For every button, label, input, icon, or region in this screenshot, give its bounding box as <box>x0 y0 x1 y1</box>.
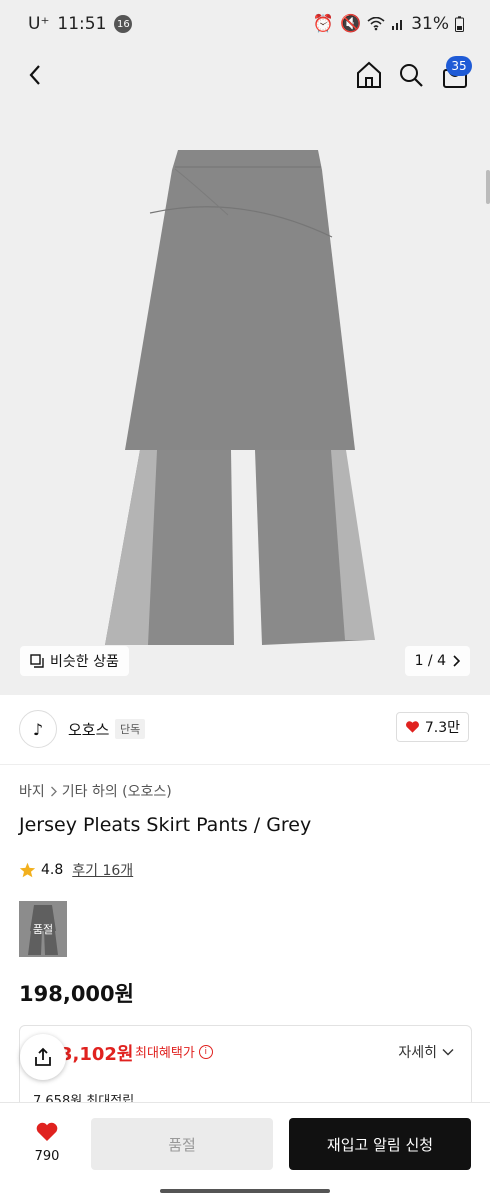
alarm-icon: ⏰ <box>312 14 335 34</box>
soldout-button[interactable]: 품절 <box>91 1118 273 1170</box>
product-gallery[interactable]: 35 비슷한 상품 1 / 4 <box>0 50 490 695</box>
similar-products-button[interactable]: 비슷한 상품 <box>20 646 129 676</box>
exclusive-tag: 단독 <box>115 719 146 739</box>
benefit-price: 3,102원 <box>60 1044 134 1065</box>
share-button[interactable] <box>20 1034 66 1080</box>
wishlist-button[interactable]: 790 <box>27 1121 67 1164</box>
benefit-label: 최대혜택가 <box>135 1046 195 1061</box>
clock: 11:51 <box>57 14 107 34</box>
brand-like-button[interactable]: 7.3만 <box>395 712 469 742</box>
similar-products-label: 비슷한 상품 <box>50 654 119 670</box>
chevron-down-icon <box>442 1049 454 1056</box>
wifi-icon <box>367 17 385 31</box>
info-icon[interactable]: i <box>198 1044 213 1059</box>
star-icon <box>19 862 36 878</box>
carrier-label: U⁺ <box>28 14 50 34</box>
breadcrumb-item[interactable]: 바지 <box>19 781 45 801</box>
benefit-detail-button[interactable]: 자세히 <box>398 1042 454 1062</box>
option-thumbnail[interactable]: 품절 <box>19 901 67 957</box>
wishlist-count: 790 <box>34 1149 60 1164</box>
battery-icon <box>455 16 464 32</box>
copy-icon <box>30 654 44 668</box>
search-icon[interactable] <box>396 59 426 91</box>
battery-level: 31% <box>411 14 449 34</box>
rating-row: 4.8 후기 16개 <box>19 860 133 880</box>
brand-logo[interactable]: ♪ <box>19 710 57 748</box>
status-right: ⏰ 🔇 31% <box>313 14 464 34</box>
notification-badge: 16 <box>114 15 133 33</box>
product-price: 198,000원 <box>19 982 134 1006</box>
rating-value: 4.8 <box>41 862 64 878</box>
heart-icon <box>36 1122 58 1141</box>
product-image <box>105 150 375 645</box>
share-icon <box>35 1047 51 1066</box>
cart-count-badge: 35 <box>446 56 472 76</box>
pager-label: 1 / 4 <box>414 653 446 669</box>
chevron-right-icon <box>50 786 57 796</box>
signal-icon <box>392 20 403 30</box>
top-nav: 35 <box>0 50 490 100</box>
reviews-link[interactable]: 후기 16개 <box>72 860 133 880</box>
back-arrow-icon[interactable] <box>20 58 50 92</box>
brand-name[interactable]: 오호스 <box>68 719 109 740</box>
chevron-right-icon <box>453 655 460 667</box>
home-icon[interactable] <box>354 59 384 91</box>
soldout-overlay: 품절 <box>32 923 54 936</box>
heart-icon <box>405 721 419 733</box>
scrollbar-thumb[interactable] <box>486 170 490 204</box>
status-left: U⁺ 11:51 16 <box>28 14 133 34</box>
bottom-action-bar: 790 품절 재입고 알림 신청 <box>0 1102 490 1180</box>
image-pager[interactable]: 1 / 4 <box>404 646 470 676</box>
status-bar: U⁺ 11:51 16 ⏰ 🔇 31% <box>0 0 490 50</box>
detail-label: 자세히 <box>398 1045 437 1061</box>
benefit-label-row: 최대혜택가 i <box>135 1042 213 1061</box>
brand-row: ♪ 오호스 단독 7.3만 <box>0 695 490 765</box>
restock-alert-button[interactable]: 재입고 알림 신청 <box>289 1118 471 1170</box>
product-title: Jersey Pleats Skirt Pants / Grey <box>19 814 312 836</box>
gesture-bar[interactable] <box>160 1189 330 1193</box>
breadcrumb: 바지 기타 하의 (오호스) <box>19 781 172 801</box>
brand-like-count: 7.3만 <box>424 720 460 736</box>
breadcrumb-item[interactable]: 기타 하의 (오호스) <box>62 781 172 801</box>
mute-icon: 🔇 <box>340 14 362 34</box>
